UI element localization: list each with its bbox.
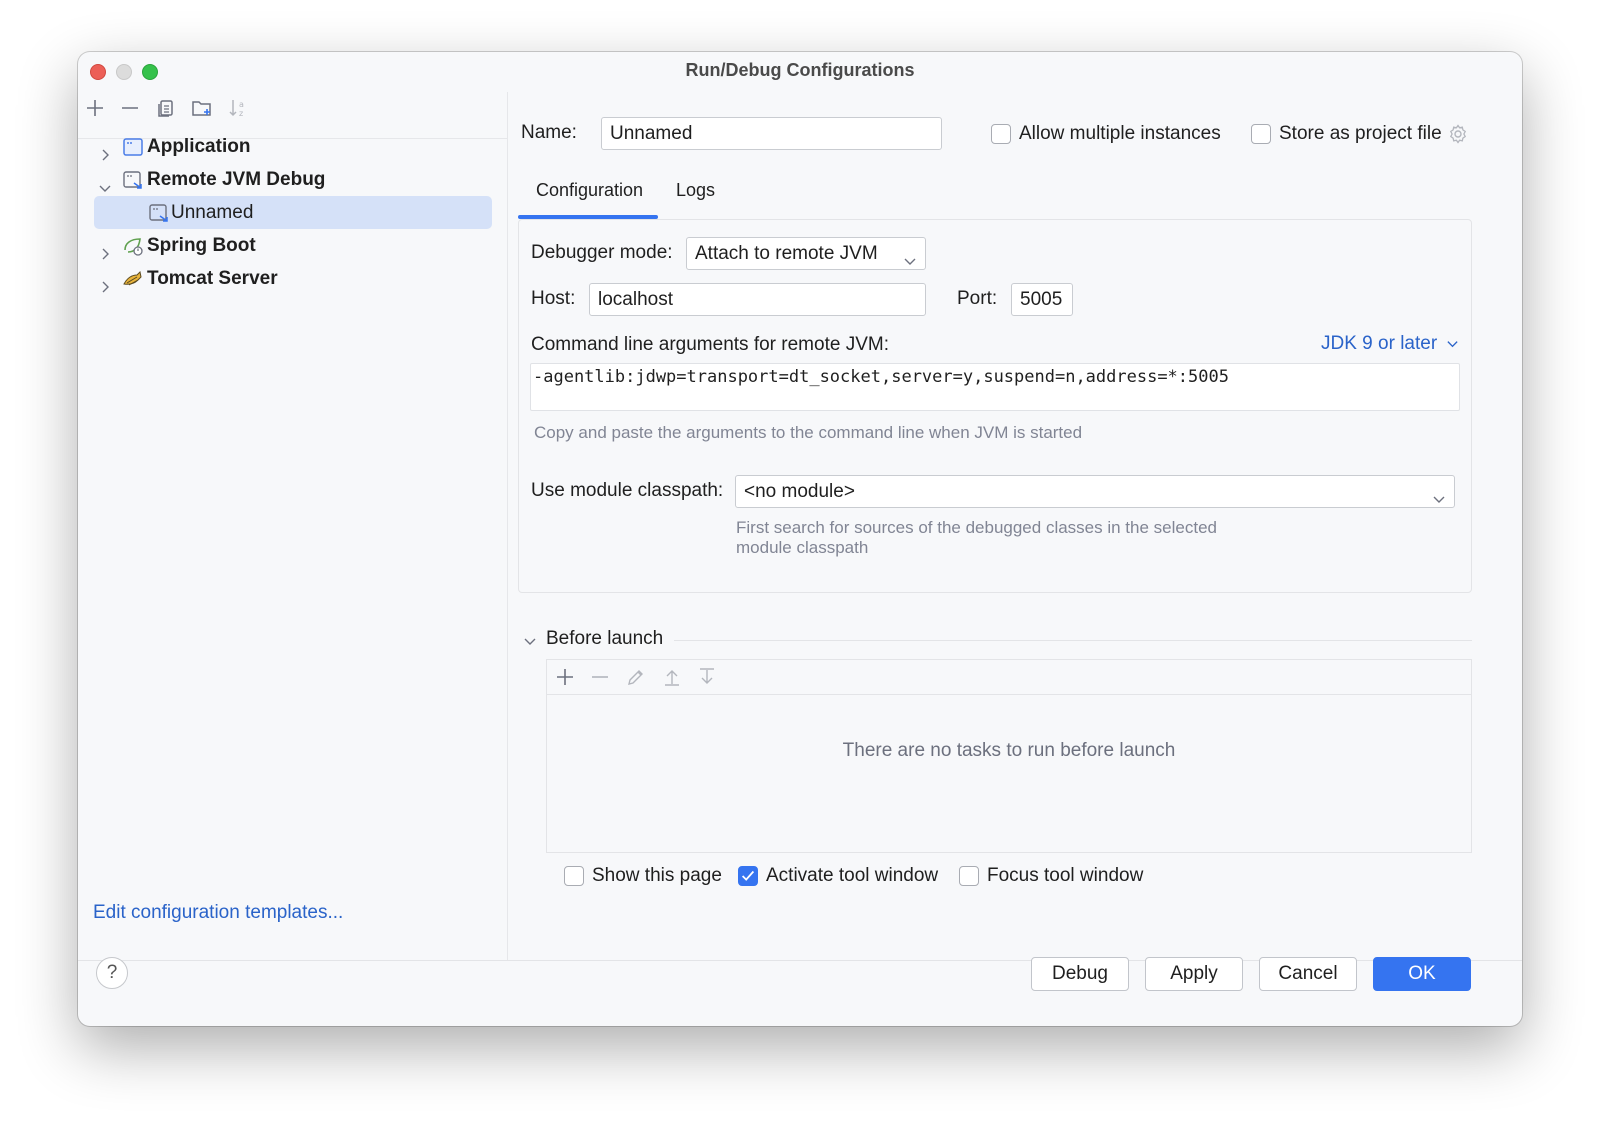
focus-tool-window-checkbox[interactable] xyxy=(959,866,979,886)
chevron-right-icon[interactable] xyxy=(98,140,112,161)
jdk-version-label: JDK 9 or later xyxy=(1321,333,1438,354)
tomcat-icon xyxy=(122,268,144,290)
chevron-down-icon[interactable] xyxy=(98,173,112,192)
host-label: Host: xyxy=(531,288,576,309)
port-label: Port: xyxy=(957,288,998,309)
tree-item-tomcat-server[interactable]: Tomcat Server xyxy=(94,262,492,295)
port-input[interactable]: 5005 xyxy=(1011,283,1073,316)
debug-button[interactable]: Debug xyxy=(1031,957,1129,991)
name-input[interactable]: Unnamed xyxy=(601,117,942,150)
window-title: Run/Debug Configurations xyxy=(685,60,915,80)
tree-item-unnamed[interactable]: Unnamed xyxy=(94,196,492,229)
allow-multiple-instances-checkbox[interactable] xyxy=(991,124,1011,144)
debugger-mode-value: Attach to remote JVM xyxy=(695,243,878,264)
cmd-args-label: Command line arguments for remote JVM: xyxy=(531,334,889,355)
edit-task-icon[interactable] xyxy=(625,666,647,688)
remote-debug-icon xyxy=(122,169,144,191)
move-up-icon[interactable] xyxy=(661,666,683,688)
chevron-down-icon[interactable] xyxy=(523,632,537,646)
move-down-icon[interactable] xyxy=(696,666,718,688)
host-input[interactable]: localhost xyxy=(589,283,926,316)
name-label: Name: xyxy=(521,122,577,143)
activate-tool-window-label: Activate tool window xyxy=(766,865,939,886)
add-task-icon[interactable] xyxy=(554,666,576,688)
store-as-project-file-label: Store as project file xyxy=(1279,123,1442,144)
help-button[interactable]: ? xyxy=(96,957,128,989)
run-debug-dialog: Run/Debug Configurations az Application … xyxy=(78,52,1522,1026)
store-as-project-file-checkbox[interactable] xyxy=(1251,124,1271,144)
tab-logs[interactable]: Logs xyxy=(676,180,715,201)
tree-item-label: Remote JVM Debug xyxy=(147,169,326,190)
tree-item-application[interactable]: Application xyxy=(94,130,492,163)
tree-item-label: Unnamed xyxy=(171,202,254,223)
allow-multiple-instances-label: Allow multiple instances xyxy=(1019,123,1221,144)
edit-configuration-templates-link[interactable]: Edit configuration templates... xyxy=(93,902,343,924)
before-launch-separator xyxy=(674,640,1472,641)
show-this-page-label: Show this page xyxy=(592,865,722,886)
debugger-mode-select[interactable]: Attach to remote JVM xyxy=(686,237,926,270)
tree-item-label: Tomcat Server xyxy=(147,268,278,289)
chevron-right-icon[interactable] xyxy=(98,239,112,260)
module-classpath-label: Use module classpath: xyxy=(531,480,724,501)
checkmark-icon xyxy=(741,870,755,881)
chevron-down-icon xyxy=(1432,485,1446,503)
before-launch-tasks-panel: There are no tasks to run before launch xyxy=(546,659,1472,853)
tree-item-label: Spring Boot xyxy=(147,235,256,256)
focus-tool-window-label: Focus tool window xyxy=(987,865,1144,886)
tree-item-spring-boot[interactable]: Spring Boot xyxy=(94,229,492,262)
tasks-toolbar-separator xyxy=(547,694,1471,695)
before-launch-title[interactable]: Before launch xyxy=(546,628,663,650)
tab-configuration[interactable]: Configuration xyxy=(536,180,643,201)
remote-debug-icon xyxy=(148,202,170,224)
activate-tool-window-checkbox[interactable] xyxy=(738,866,758,886)
module-classpath-hint-line-2: module classpath xyxy=(736,538,869,557)
tree-item-remote-jvm-debug[interactable]: Remote JVM Debug xyxy=(94,163,492,196)
application-icon xyxy=(122,136,144,158)
ok-button[interactable]: OK xyxy=(1373,957,1471,991)
spring-boot-icon xyxy=(122,235,144,257)
chevron-down-icon xyxy=(903,247,917,265)
no-tasks-message: There are no tasks to run before launch xyxy=(842,740,1176,761)
cancel-button[interactable]: Cancel xyxy=(1259,957,1357,991)
apply-button[interactable]: Apply xyxy=(1145,957,1243,991)
chevron-down-icon xyxy=(1447,341,1459,348)
remove-task-icon[interactable] xyxy=(589,666,611,688)
module-classpath-select[interactable]: <no module> xyxy=(735,475,1455,508)
debugger-mode-label: Debugger mode: xyxy=(531,242,673,263)
module-classpath-hint-line-1: First search for sources of the debugged… xyxy=(736,518,1217,537)
cmd-args-hint: Copy and paste the arguments to the comm… xyxy=(534,423,1083,442)
chevron-right-icon[interactable] xyxy=(98,272,112,293)
tree-item-label: Application xyxy=(147,136,251,157)
cmd-args-text[interactable]: -agentlib:jdwp=transport=dt_socket,serve… xyxy=(530,363,1460,411)
jdk-version-link[interactable]: JDK 9 or later xyxy=(1321,333,1459,355)
gear-icon[interactable] xyxy=(1447,123,1469,145)
show-this-page-checkbox[interactable] xyxy=(564,866,584,886)
module-classpath-value: <no module> xyxy=(744,481,855,502)
